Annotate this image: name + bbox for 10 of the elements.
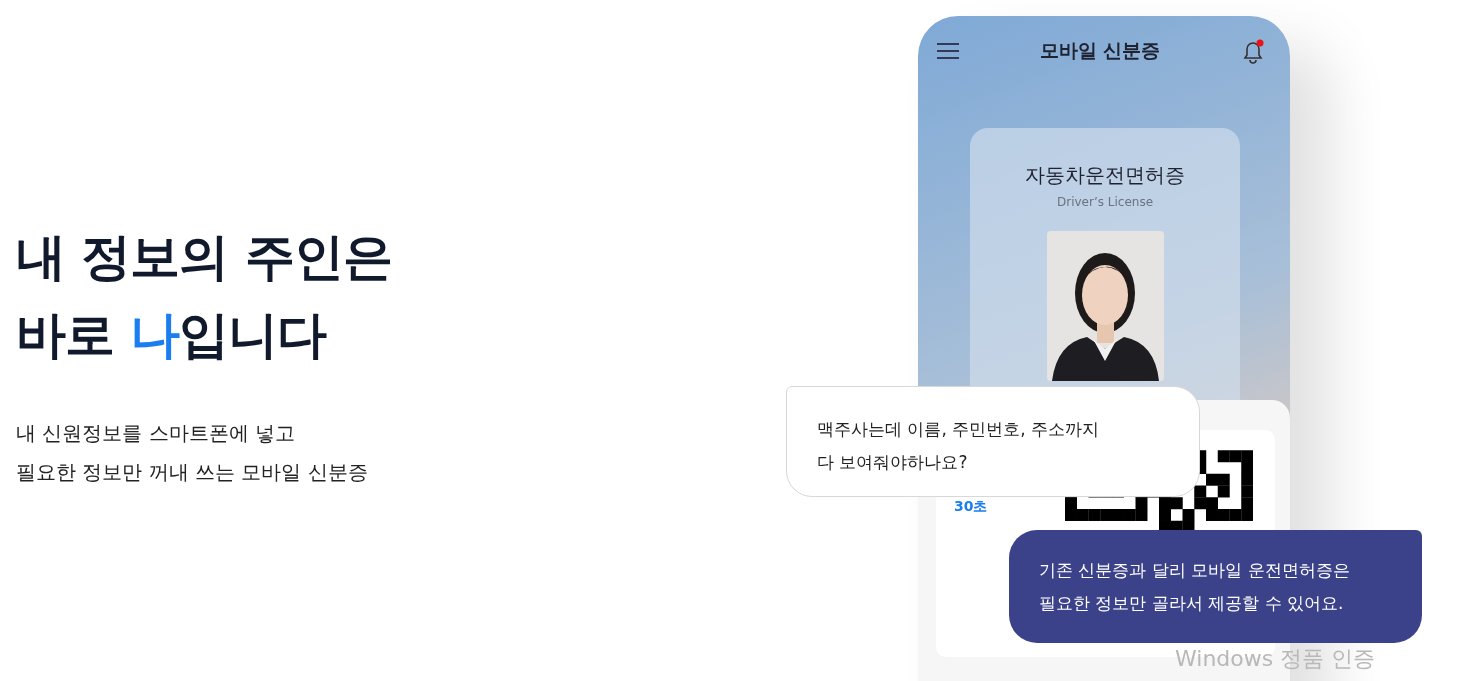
menu-icon[interactable]	[936, 42, 960, 60]
activation-notice: Windows 정품 인증	[1175, 645, 1376, 673]
card-title: 자동차운전면허증	[1025, 162, 1185, 189]
description: 내 신원정보를 스마트폰에 넣고 필요한 정보만 꺼내 쓰는 모바일 신분증	[16, 420, 369, 486]
timer: 30초	[954, 498, 988, 516]
headline: 내 정보의 주인은 바로 나입니다	[16, 227, 393, 366]
app-title: 모바일 신분증	[1039, 38, 1161, 63]
card-subtitle: Driver’s License	[1056, 195, 1153, 209]
bubble-text: 기존 신분증과 달리 모바일 운전면허증은 필요한 정보만 골라서 제공할 수 있어요.	[1039, 560, 1350, 613]
bubble-text: 맥주사는데 이름, 주민번호, 주소까지 다 보여줘야하나요?	[817, 419, 1100, 472]
